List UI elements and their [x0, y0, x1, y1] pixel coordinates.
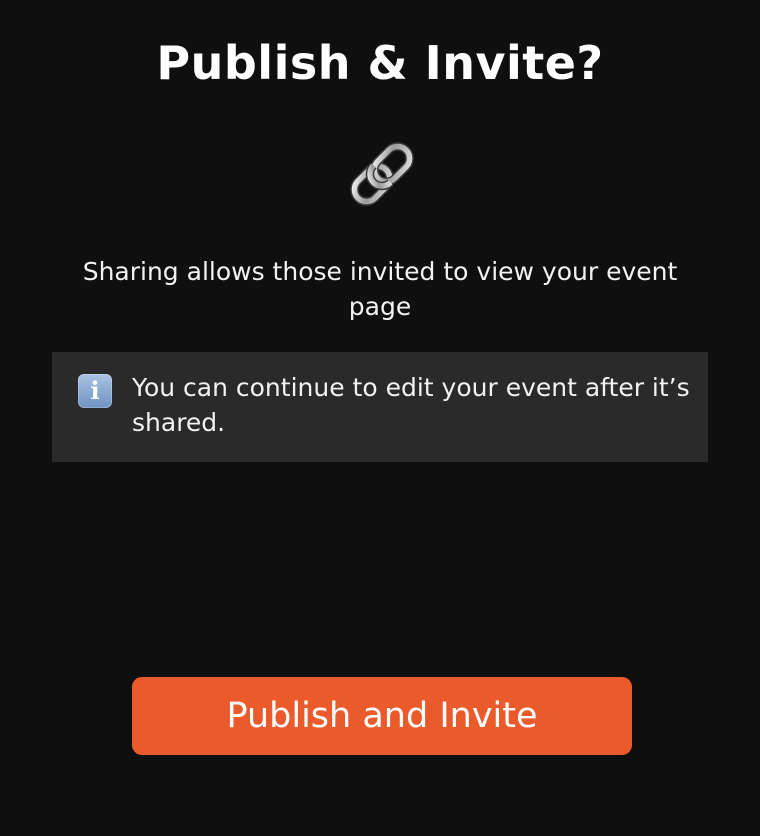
publish-and-invite-button[interactable]: Publish and Invite: [132, 677, 632, 755]
info-notice-text: You can continue to edit your event afte…: [132, 373, 690, 437]
info-icon: i: [78, 374, 112, 408]
dialog-title: Publish & Invite?: [156, 36, 604, 90]
info-icon-glyph: i: [90, 376, 100, 405]
link-icon: [350, 142, 414, 206]
info-notice: i You can continue to edit your event af…: [52, 352, 708, 462]
dialog-description: Sharing allows those invited to view you…: [82, 257, 678, 321]
